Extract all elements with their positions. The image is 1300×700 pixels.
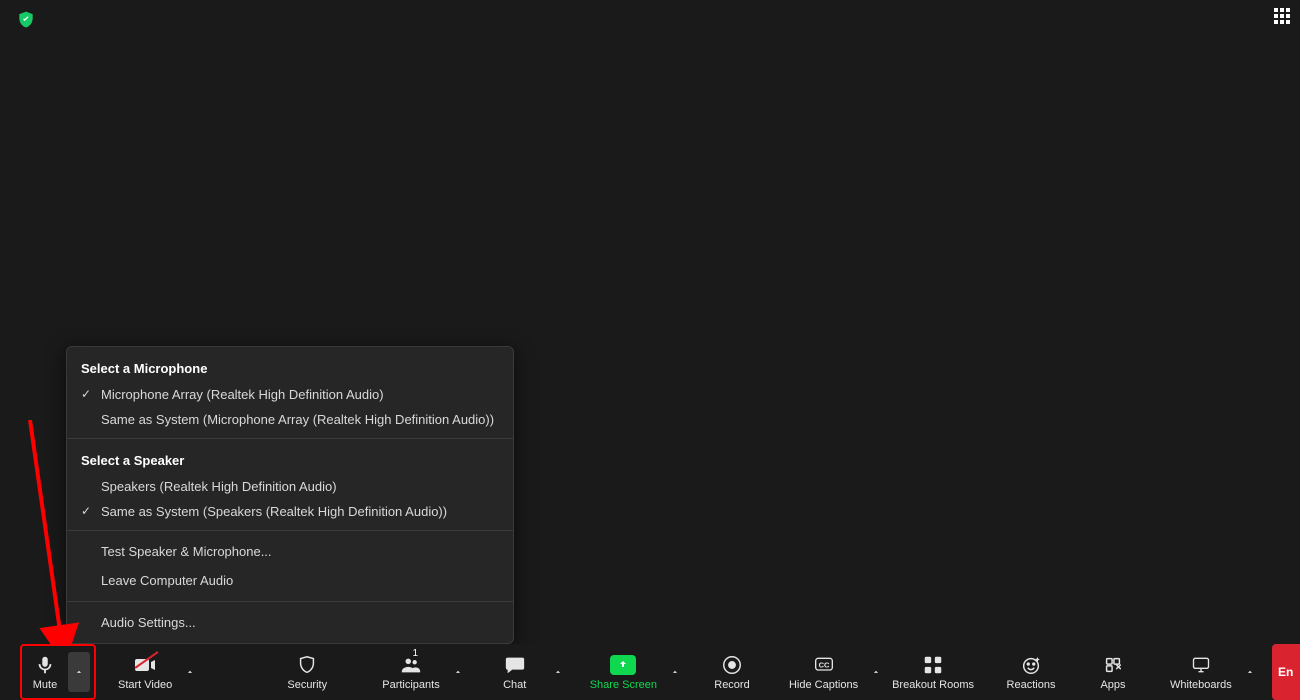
reactions-label: Reactions bbox=[1007, 679, 1056, 691]
audio-options-caret[interactable] bbox=[68, 652, 90, 692]
apps-label: Apps bbox=[1100, 679, 1125, 691]
gallery-view-icon[interactable] bbox=[1274, 8, 1292, 26]
participants-options-caret[interactable] bbox=[448, 662, 468, 682]
share-options-caret[interactable] bbox=[665, 662, 685, 682]
audio-options-menu: Select a Microphone Microphone Array (Re… bbox=[66, 346, 514, 644]
chat-button[interactable]: Chat bbox=[480, 644, 550, 700]
whiteboards-icon bbox=[1189, 653, 1213, 677]
start-video-label: Start Video bbox=[118, 679, 172, 691]
microphone-icon bbox=[34, 653, 56, 677]
whiteboards-label: Whiteboards bbox=[1170, 679, 1232, 691]
participants-label: Participants bbox=[382, 679, 439, 691]
whiteboards-button[interactable]: Whiteboards bbox=[1160, 644, 1242, 700]
video-options-caret[interactable] bbox=[180, 662, 200, 682]
menu-divider bbox=[67, 530, 513, 531]
record-icon bbox=[721, 653, 743, 677]
reactions-icon bbox=[1020, 653, 1042, 677]
video-off-icon bbox=[133, 653, 157, 677]
participants-button[interactable]: 1 Participants bbox=[372, 644, 449, 700]
speaker-section-header: Select a Speaker bbox=[67, 445, 513, 474]
end-label: En bbox=[1278, 665, 1293, 679]
security-button[interactable]: Security bbox=[272, 644, 342, 700]
share-screen-icon bbox=[610, 653, 636, 677]
participants-icon bbox=[398, 653, 424, 677]
apps-icon bbox=[1102, 653, 1124, 677]
mic-section-header: Select a Microphone bbox=[67, 353, 513, 382]
record-label: Record bbox=[714, 679, 749, 691]
apps-button[interactable]: Apps bbox=[1078, 644, 1148, 700]
participants-count-badge: 1 bbox=[413, 648, 419, 659]
share-screen-label: Share Screen bbox=[590, 679, 657, 691]
end-meeting-button[interactable]: En bbox=[1272, 644, 1300, 700]
chat-options-caret[interactable] bbox=[548, 662, 568, 682]
chat-icon bbox=[504, 653, 526, 677]
meeting-toolbar: Mute Start Video Security 1 Participants bbox=[0, 644, 1300, 700]
reactions-button[interactable]: Reactions bbox=[996, 644, 1066, 700]
hide-captions-label: Hide Captions bbox=[789, 679, 858, 691]
test-speaker-mic-item[interactable]: Test Speaker & Microphone... bbox=[67, 537, 513, 566]
chat-label: Chat bbox=[503, 679, 526, 691]
mute-button-group: Mute bbox=[20, 644, 96, 700]
security-label: Security bbox=[287, 679, 327, 691]
mic-option-0[interactable]: Microphone Array (Realtek High Definitio… bbox=[67, 382, 513, 407]
speaker-option-1[interactable]: Same as System (Speakers (Realtek High D… bbox=[67, 499, 513, 524]
hide-captions-button[interactable]: CC Hide Captions bbox=[779, 644, 868, 700]
mute-button[interactable]: Mute bbox=[22, 646, 68, 698]
svg-text:CC: CC bbox=[818, 661, 829, 670]
speaker-option-0[interactable]: Speakers (Realtek High Definition Audio) bbox=[67, 474, 513, 499]
breakout-rooms-icon bbox=[922, 653, 944, 677]
shield-icon bbox=[296, 653, 318, 677]
whiteboards-options-caret[interactable] bbox=[1240, 662, 1260, 682]
breakout-rooms-label: Breakout Rooms bbox=[892, 679, 974, 691]
mute-label: Mute bbox=[33, 679, 57, 691]
audio-settings-item[interactable]: Audio Settings... bbox=[67, 608, 513, 637]
start-video-button[interactable]: Start Video bbox=[108, 644, 182, 700]
leave-computer-audio-item[interactable]: Leave Computer Audio bbox=[67, 566, 513, 595]
breakout-rooms-button[interactable]: Breakout Rooms bbox=[882, 644, 984, 700]
share-screen-button[interactable]: Share Screen bbox=[580, 644, 667, 700]
menu-divider bbox=[67, 601, 513, 602]
menu-divider bbox=[67, 438, 513, 439]
mic-option-1[interactable]: Same as System (Microphone Array (Realte… bbox=[67, 407, 513, 432]
record-button[interactable]: Record bbox=[697, 644, 767, 700]
closed-captions-icon: CC bbox=[812, 653, 836, 677]
encryption-shield-icon[interactable] bbox=[16, 10, 36, 30]
